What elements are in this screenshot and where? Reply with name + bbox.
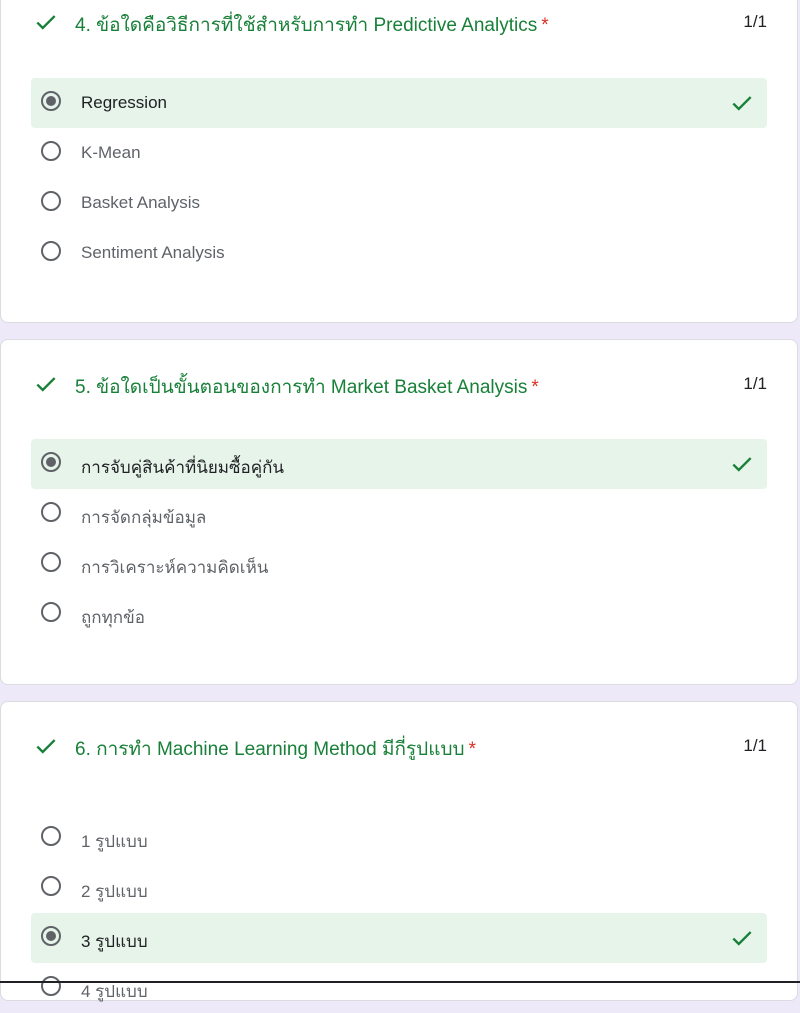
option-label: ถูกทุกข้อ bbox=[81, 608, 145, 627]
radio-button[interactable] bbox=[41, 502, 61, 522]
check-icon bbox=[36, 15, 56, 30]
option-opinion-analysis[interactable]: การวิเคราะห์ความคิดเห็น bbox=[31, 539, 767, 589]
question-title: 5. ข้อใดเป็นขั้นตอนของการทำ Market Baske… bbox=[75, 377, 539, 398]
correct-check-icon bbox=[732, 931, 752, 946]
question-title: 6. การทำ Machine Learning Method มีกี่รู… bbox=[75, 739, 477, 760]
correct-check-icon bbox=[732, 457, 752, 472]
radio-button[interactable] bbox=[41, 141, 61, 161]
option-k-mean[interactable]: K-Mean bbox=[31, 128, 767, 178]
radio-button-selected[interactable] bbox=[41, 926, 61, 946]
option-label: การจับคู่สินค้าที่นิยมซื้อคู่กัน bbox=[81, 458, 285, 477]
radio-button[interactable] bbox=[41, 241, 61, 261]
question-score: 1/1 bbox=[743, 12, 767, 31]
option-1-form[interactable]: 1 รูปแบบ bbox=[31, 813, 767, 863]
check-icon bbox=[36, 377, 56, 392]
option-label: Basket Analysis bbox=[81, 193, 201, 212]
option-list: Regression K-Mean Basket Analysis Sentim… bbox=[31, 78, 767, 278]
radio-button[interactable] bbox=[41, 826, 61, 846]
check-icon bbox=[36, 739, 56, 754]
correct-check-icon bbox=[732, 96, 752, 111]
question-score: 1/1 bbox=[743, 736, 767, 755]
option-all-correct[interactable]: ถูกทุกข้อ bbox=[31, 589, 767, 639]
option-label: 3 รูปแบบ bbox=[81, 932, 148, 951]
option-label: Regression bbox=[81, 93, 167, 112]
option-label: การวิเคราะห์ความคิดเห็น bbox=[81, 558, 269, 577]
option-label: การจัดกลุ่มข้อมูล bbox=[81, 508, 207, 527]
option-4-forms[interactable]: 4 รูปแบบ bbox=[31, 963, 767, 1013]
radio-button[interactable] bbox=[41, 876, 61, 896]
question-header: 6. การทำ Machine Learning Method มีกี่รู… bbox=[31, 731, 767, 761]
question-score: 1/1 bbox=[743, 374, 767, 393]
question-header: 4. ข้อใดคือวิธีการที่ใช้สำหรับการทำ Pred… bbox=[31, 7, 767, 37]
option-basket-analysis[interactable]: Basket Analysis bbox=[31, 178, 767, 228]
option-label: 1 รูปแบบ bbox=[81, 832, 148, 851]
option-list: การจับคู่สินค้าที่นิยมซื้อคู่กัน การจัดก… bbox=[31, 439, 767, 639]
option-label: 2 รูปแบบ bbox=[81, 882, 148, 901]
question-header: 5. ข้อใดเป็นขั้นตอนของการทำ Market Baske… bbox=[31, 369, 767, 399]
option-regression[interactable]: Regression bbox=[31, 78, 767, 128]
radio-button[interactable] bbox=[41, 602, 61, 622]
required-asterisk: * bbox=[468, 739, 477, 760]
option-product-pairing[interactable]: การจับคู่สินค้าที่นิยมซื้อคู่กัน bbox=[31, 439, 767, 489]
option-3-forms[interactable]: 3 รูปแบบ bbox=[31, 913, 767, 963]
question-title: 4. ข้อใดคือวิธีการที่ใช้สำหรับการทำ Pred… bbox=[75, 15, 549, 36]
radio-button-selected[interactable] bbox=[41, 91, 61, 111]
option-data-clustering[interactable]: การจัดกลุ่มข้อมูล bbox=[31, 489, 767, 539]
radio-button-selected[interactable] bbox=[41, 452, 61, 472]
option-label: Sentiment Analysis bbox=[81, 243, 225, 262]
question-card-5: 5. ข้อใดเป็นขั้นตอนของการทำ Market Baske… bbox=[0, 339, 798, 685]
required-asterisk: * bbox=[531, 377, 539, 398]
required-asterisk: * bbox=[541, 15, 549, 36]
radio-button[interactable] bbox=[41, 552, 61, 572]
radio-button[interactable] bbox=[41, 191, 61, 211]
question-card-6: 6. การทำ Machine Learning Method มีกี่รู… bbox=[0, 701, 798, 1001]
option-sentiment-analysis[interactable]: Sentiment Analysis bbox=[31, 228, 767, 278]
option-2-forms[interactable]: 2 รูปแบบ bbox=[31, 863, 767, 913]
option-label: K-Mean bbox=[81, 143, 141, 162]
radio-button[interactable] bbox=[41, 976, 61, 996]
option-list: 1 รูปแบบ 2 รูปแบบ 3 รูปแบบ 4 รูปแบบ bbox=[31, 813, 767, 1013]
question-card-4: 4. ข้อใดคือวิธีการที่ใช้สำหรับการทำ Pred… bbox=[0, 0, 798, 323]
